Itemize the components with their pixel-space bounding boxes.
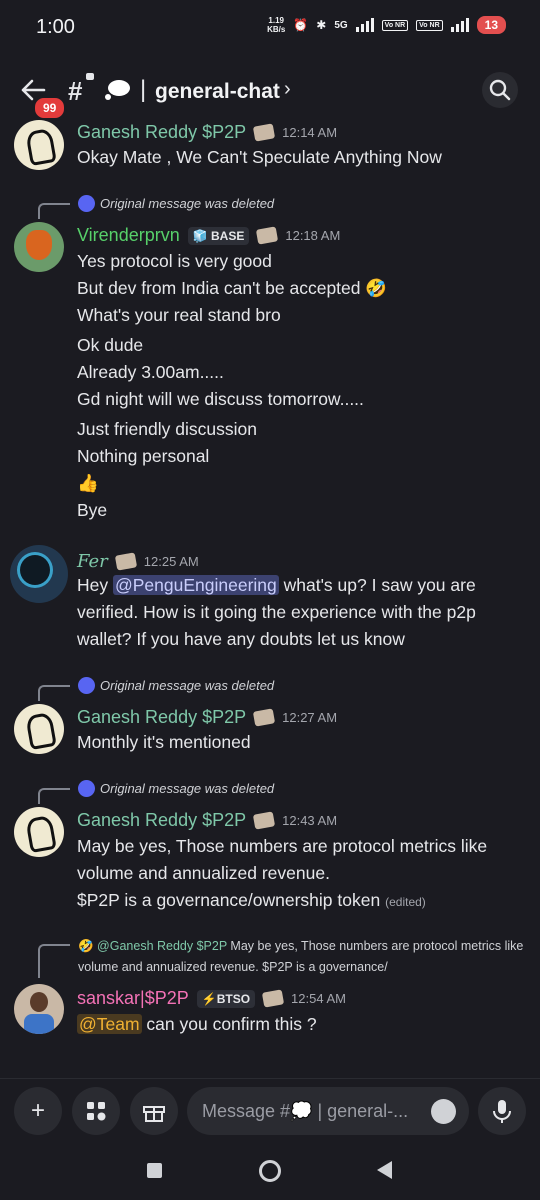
channel-header: # | general-chat › — [0, 56, 540, 124]
microphone-icon — [493, 1100, 511, 1123]
network-type: 5G — [334, 19, 348, 31]
voice-button[interactable] — [478, 1087, 526, 1135]
system-nav-bar — [0, 1146, 540, 1200]
avatar[interactable] — [14, 807, 64, 857]
message-line: volume and annualized revenue. — [77, 863, 330, 883]
apps-button[interactable] — [72, 1087, 120, 1135]
discord-icon — [78, 780, 95, 797]
signal-icon — [355, 18, 374, 32]
author-name[interactable]: Ganesh Reddy $P2P — [77, 810, 246, 831]
back-nav-button[interactable] — [377, 1161, 392, 1179]
lock-icon — [86, 73, 94, 80]
role-emoji-icon — [252, 708, 276, 727]
role-emoji-icon — [256, 226, 279, 245]
unread-badge: 99 — [32, 95, 68, 121]
message-line: Already 3.00am..... — [77, 362, 224, 382]
message-line: wallet? If you have any doubts let us kn… — [77, 629, 405, 649]
message-line: Yes protocol is very good — [77, 251, 272, 271]
apps-icon — [87, 1102, 106, 1121]
discord-icon — [78, 195, 95, 212]
message-time: 12:54 AM — [291, 991, 346, 1006]
role-tag: ⚡BTSO — [196, 989, 256, 1008]
message-line: Gd night will we discuss tomorrow..... — [77, 389, 364, 409]
reply-preview: 🤣 @Ganesh Reddy $P2P May be yes, Those n… — [78, 939, 524, 974]
status-icons: 1.19 KB/s ⏰ ✱ 5G Vo NR Vo NR 13 — [267, 16, 506, 34]
avatar[interactable] — [14, 222, 64, 272]
channel-title[interactable]: general-chat — [155, 80, 280, 104]
message-line: Nothing personal — [77, 446, 210, 466]
search-button[interactable] — [482, 72, 518, 108]
volte-badge: Vo NR — [381, 19, 409, 31]
message-line: Okay Mate , We Can't Speculate Anything … — [77, 147, 442, 167]
battery-badge: 13 — [476, 16, 506, 34]
deleted-reply-text: Original message was deleted — [100, 196, 275, 211]
message-time: 12:14 AM — [282, 125, 338, 140]
message-line: May be yes, Those numbers are protocol m… — [77, 836, 488, 856]
add-button[interactable]: + — [14, 1087, 62, 1135]
avatar[interactable] — [14, 984, 64, 1034]
status-time: 1:00 — [36, 16, 75, 38]
search-icon — [489, 79, 511, 101]
plus-icon: + — [30, 1097, 45, 1124]
author-name[interactable]: Virenderprvn — [77, 225, 180, 246]
author-name[interactable]: Fer — [77, 551, 108, 572]
message-line: @Team can you confirm this ? — [77, 1014, 317, 1034]
gift-button[interactable] — [130, 1087, 178, 1135]
reply-author: @Ganesh Reddy $P2P — [97, 939, 227, 953]
role-emoji-icon — [114, 552, 137, 571]
message-time: 12:18 AM — [285, 228, 341, 243]
bluetooth-icon: ✱ — [316, 18, 327, 32]
message-line: Monthly it's mentioned — [77, 732, 251, 752]
author-name[interactable]: sanskar|$P2P — [77, 988, 189, 1009]
message-composer: + Message #💭 | general-... — [0, 1078, 540, 1145]
author-name[interactable]: Ganesh Reddy $P2P — [77, 122, 246, 143]
message-line: What's your real stand bro — [77, 305, 281, 325]
home-button[interactable] — [259, 1160, 281, 1182]
avatar[interactable] — [10, 545, 68, 603]
status-bar: 1:00 1.19 KB/s ⏰ ✱ 5G Vo NR Vo NR 13 — [0, 0, 540, 56]
role-tag: 🧊 BASE — [187, 226, 250, 245]
message-input[interactable]: Message #💭 | general-... — [187, 1087, 469, 1135]
message-time: 12:25 AM — [143, 554, 199, 569]
deleted-reply-text: Original message was deleted — [100, 781, 275, 796]
message-time: 12:43 AM — [282, 813, 338, 828]
user-mention[interactable]: @PenguEngineering — [112, 575, 279, 595]
role-emoji-icon — [252, 123, 276, 142]
avatar[interactable] — [14, 704, 64, 754]
alarm-icon: ⏰ — [293, 18, 309, 32]
thought-bubble-icon — [105, 80, 130, 100]
gift-icon — [143, 1106, 165, 1122]
message-line: Ok dude — [77, 335, 144, 355]
avatar[interactable] — [14, 120, 64, 170]
network-speed: 1.19 KB/s — [267, 16, 286, 34]
deleted-reply-text: Original message was deleted — [100, 678, 275, 693]
message-line: But dev from India can't be accepted 🤣 — [77, 278, 388, 298]
message-line: Bye — [77, 500, 108, 520]
emoji-icon[interactable] — [431, 1099, 456, 1124]
recents-button[interactable] — [147, 1163, 162, 1178]
signal-icon-2 — [450, 18, 469, 32]
thumbs-up-icon: 👍 — [77, 473, 99, 493]
chevron-right-icon[interactable]: › — [284, 78, 291, 101]
author-name[interactable]: Ganesh Reddy $P2P — [77, 707, 246, 728]
message-line: Hey @PenguEngineering what's up? I saw y… — [77, 575, 476, 595]
edited-label: (edited) — [385, 895, 426, 909]
message-line: Just friendly discussion — [77, 419, 257, 439]
role-emoji-icon — [261, 989, 285, 1008]
message-time: 12:27 AM — [282, 710, 338, 725]
volte-badge-2: Vo NR — [416, 19, 443, 31]
role-mention[interactable]: @Team — [77, 1014, 142, 1034]
discord-icon — [78, 677, 95, 694]
role-emoji-icon — [252, 811, 276, 830]
message-line: $P2P is a governance/ownership token (ed… — [77, 890, 426, 910]
channel-hash-icon: # — [68, 76, 83, 106]
message-placeholder: Message #💭 | general-... — [202, 1101, 409, 1121]
message-line: verified. How is it going the experience… — [77, 602, 476, 622]
